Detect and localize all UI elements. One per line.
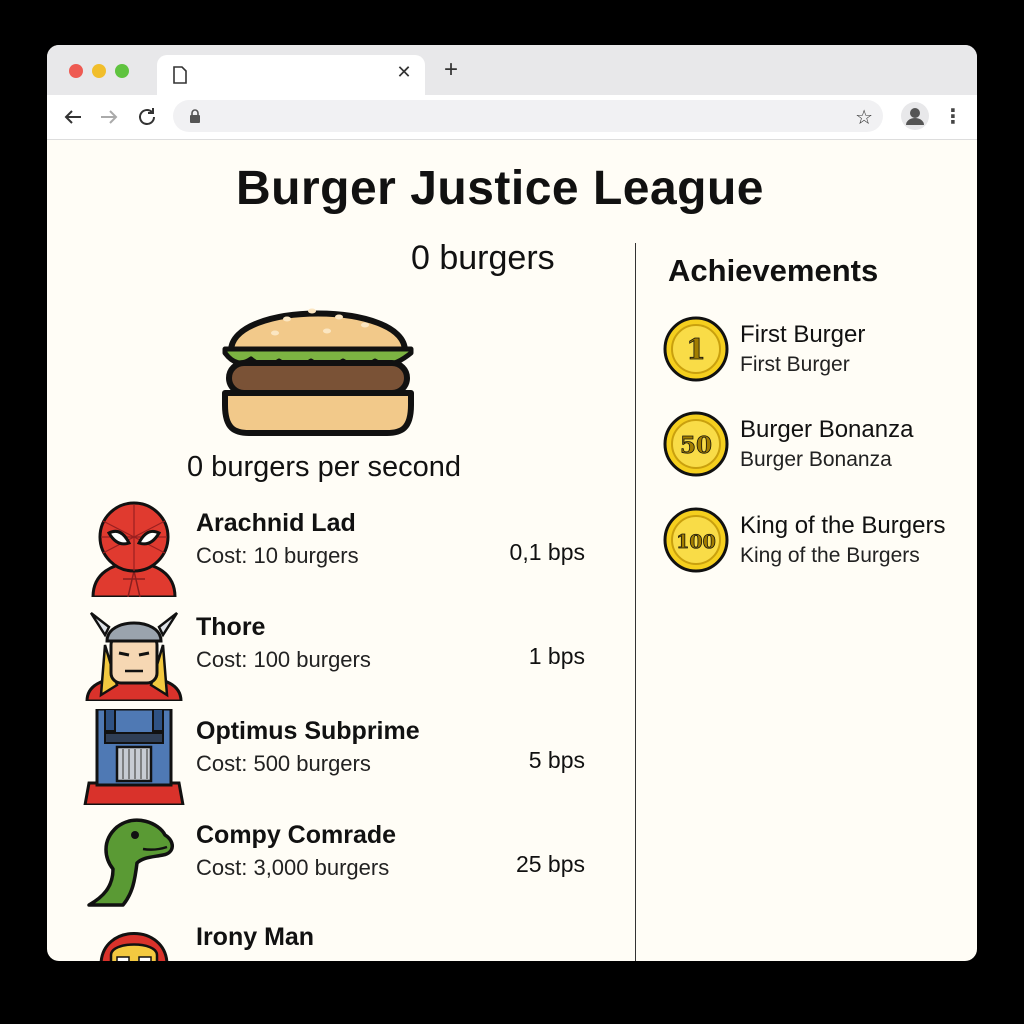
coin-label: 100 <box>676 531 716 553</box>
coin-label: 1 <box>686 333 705 366</box>
browser-window: ✕ + ☆ ⋮ Burger Justice League 0 burgers <box>47 45 977 961</box>
robot-hero-icon <box>83 707 185 807</box>
thunder-god-hero-icon <box>83 605 185 703</box>
back-button[interactable] <box>61 105 85 129</box>
coin-icon: 50 <box>662 410 730 478</box>
address-bar[interactable]: ☆ <box>173 100 883 132</box>
bookmark-star-icon[interactable]: ☆ <box>855 105 873 130</box>
page-icon <box>173 66 187 89</box>
achievement-description: King of the Burgers <box>740 544 920 567</box>
achievement-description: First Burger <box>740 353 850 376</box>
burgers-per-second: 0 burgers per second <box>187 451 462 483</box>
close-window-button[interactable] <box>69 64 83 78</box>
coin-label: 50 <box>680 432 712 459</box>
minimize-window-button[interactable] <box>92 64 106 78</box>
coin-icon: 100 <box>662 506 730 574</box>
browser-toolbar: ☆ ⋮ <box>47 95 977 140</box>
hero-name: Optimus Subprime <box>196 717 420 745</box>
column-divider <box>635 243 636 961</box>
browser-tab[interactable]: ✕ <box>157 55 425 95</box>
maximize-window-button[interactable] <box>115 64 129 78</box>
browser-menu-icon[interactable]: ⋮ <box>943 105 963 129</box>
hero-item-arachnid-lad[interactable]: Arachnid Lad Cost: 10 burgers 0,1 bps <box>83 501 603 599</box>
hero-cost: Cost: 100 burgers <box>196 647 371 672</box>
hero-item-thore[interactable]: Thore Cost: 100 burgers 1 bps <box>83 605 603 703</box>
hero-rate: 25 bps <box>515 851 585 877</box>
profile-avatar-button[interactable] <box>901 102 929 130</box>
hero-name: Thore <box>196 613 266 641</box>
hero-cost: Cost: 10 burgers <box>196 543 359 568</box>
hero-name: Irony Man <box>196 923 315 951</box>
achievement-name: First Burger <box>740 321 866 348</box>
coin-icon: 1 <box>662 315 730 383</box>
hero-item-irony-man[interactable]: Irony Man <box>83 915 603 961</box>
hero-rate: 1 bps <box>528 643 585 669</box>
page-title: Burger Justice League <box>236 162 764 215</box>
hero-rate: 0,1 bps <box>509 539 585 565</box>
burger-count: 0 burgers <box>411 239 555 277</box>
achievement-burger-bonanza: 50 Burger Bonanza Burger Bonanza <box>662 410 972 480</box>
spider-hero-icon <box>83 501 185 599</box>
tab-bar: ✕ + <box>47 45 977 95</box>
hero-cost: Cost: 500 burgers <box>196 751 371 776</box>
hero-cost: Cost: 3,000 burgers <box>196 855 390 880</box>
hero-name: Compy Comrade <box>196 821 397 849</box>
achievement-first-burger: 1 First Burger First Burger <box>662 315 972 385</box>
achievement-king-of-the-burgers: 100 King of the Burgers King of the Burg… <box>662 506 972 576</box>
burger-click-button[interactable] <box>217 281 419 439</box>
new-tab-button[interactable]: + <box>439 58 463 83</box>
hero-item-compy-comrade[interactable]: Compy Comrade Cost: 3,000 burgers 25 bps <box>83 813 603 909</box>
achievement-description: Burger Bonanza <box>740 448 892 471</box>
hero-item-optimus-subprime[interactable]: Optimus Subprime Cost: 500 burgers 5 bps <box>83 707 603 807</box>
dinosaur-hero-icon <box>83 813 185 909</box>
armor-hero-icon <box>83 915 185 961</box>
hero-rate: 5 bps <box>528 747 585 773</box>
reload-button[interactable] <box>135 105 159 129</box>
achievement-name: King of the Burgers <box>740 512 946 539</box>
achievement-name: Burger Bonanza <box>740 416 914 443</box>
close-tab-icon[interactable]: ✕ <box>393 61 415 83</box>
page-content: Burger Justice League 0 burgers 0 burger… <box>47 139 977 961</box>
hero-name: Arachnid Lad <box>196 509 356 537</box>
achievements-title: Achievements <box>668 253 879 288</box>
forward-button[interactable] <box>97 105 121 129</box>
lock-icon <box>189 109 201 128</box>
